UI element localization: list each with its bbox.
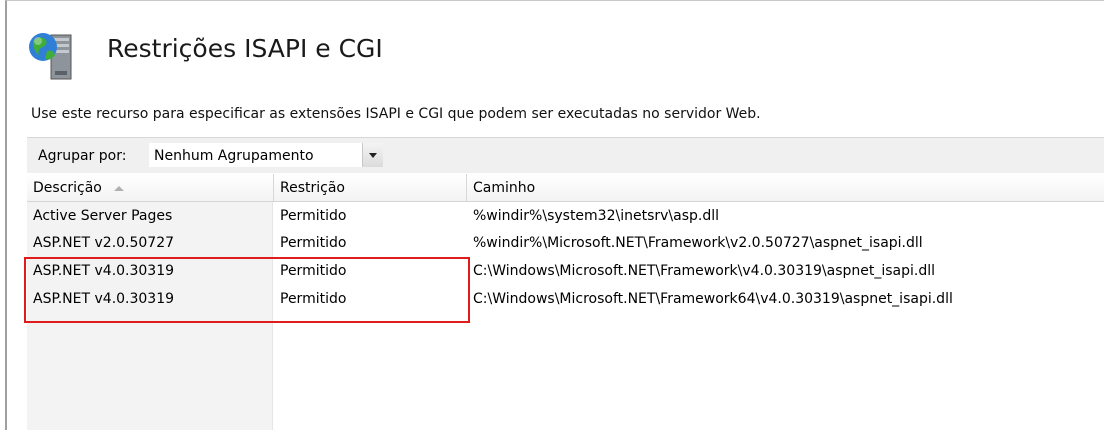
globe-server-icon [29, 33, 72, 80]
group-by-value: Nenhum Agrupamento [154, 148, 314, 164]
cell-descricao: ASP.NET v2.0.50727 [33, 235, 175, 251]
column-header-restricao[interactable]: Restrição [274, 174, 467, 201]
table-header: Descrição Restrição Caminho [27, 174, 1104, 202]
isapi-cgi-table: Descrição Restrição Caminho Active Serve… [27, 174, 1104, 430]
page-description: Use este recurso para especificar as ext… [31, 106, 761, 122]
chevron-down-icon[interactable] [362, 143, 383, 167]
cell-caminho: C:\Windows\Microsoft.NET\Framework\v4.0.… [473, 263, 936, 279]
column-header-caminho[interactable]: Caminho [467, 174, 1104, 201]
cell-caminho: C:\Windows\Microsoft.NET\Framework64\v4.… [473, 291, 953, 307]
table-row[interactable]: ASP.NET v4.0.30319 Permitido C:\Windows\… [27, 286, 1104, 313]
cell-descricao: ASP.NET v4.0.30319 [33, 291, 175, 307]
column-header-label: Descrição [33, 180, 102, 196]
cell-restricao: Permitido [280, 291, 347, 307]
cell-caminho: %windir%\system32\inetsrv\asp.dll [473, 208, 720, 224]
sort-ascending-icon [113, 185, 124, 191]
cell-descricao: Active Server Pages [33, 208, 173, 224]
cell-restricao: Permitido [280, 263, 347, 279]
table-row[interactable]: ASP.NET v2.0.50727 Permitido %windir%\Mi… [27, 230, 1104, 257]
cell-caminho: %windir%\Microsoft.NET\Framework\v2.0.50… [473, 235, 923, 251]
group-by-select[interactable]: Nenhum Agrupamento [148, 142, 384, 168]
table-row[interactable]: ASP.NET v4.0.30319 Permitido C:\Windows\… [27, 258, 1104, 285]
page-title: Restrições ISAPI e CGI [107, 34, 383, 63]
cell-descricao: ASP.NET v4.0.30319 [33, 263, 175, 279]
column-header-label: Restrição [280, 180, 345, 196]
column-header-label: Caminho [473, 180, 536, 196]
table-row[interactable]: Active Server Pages Permitido %windir%\s… [27, 203, 1104, 230]
group-by-bar: Agrupar por: Nenhum Agrupamento [27, 137, 1104, 173]
cell-restricao: Permitido [280, 208, 347, 224]
group-by-label: Agrupar por: [38, 148, 127, 164]
column-header-descricao[interactable]: Descrição [27, 174, 274, 201]
cell-restricao: Permitido [280, 235, 347, 251]
